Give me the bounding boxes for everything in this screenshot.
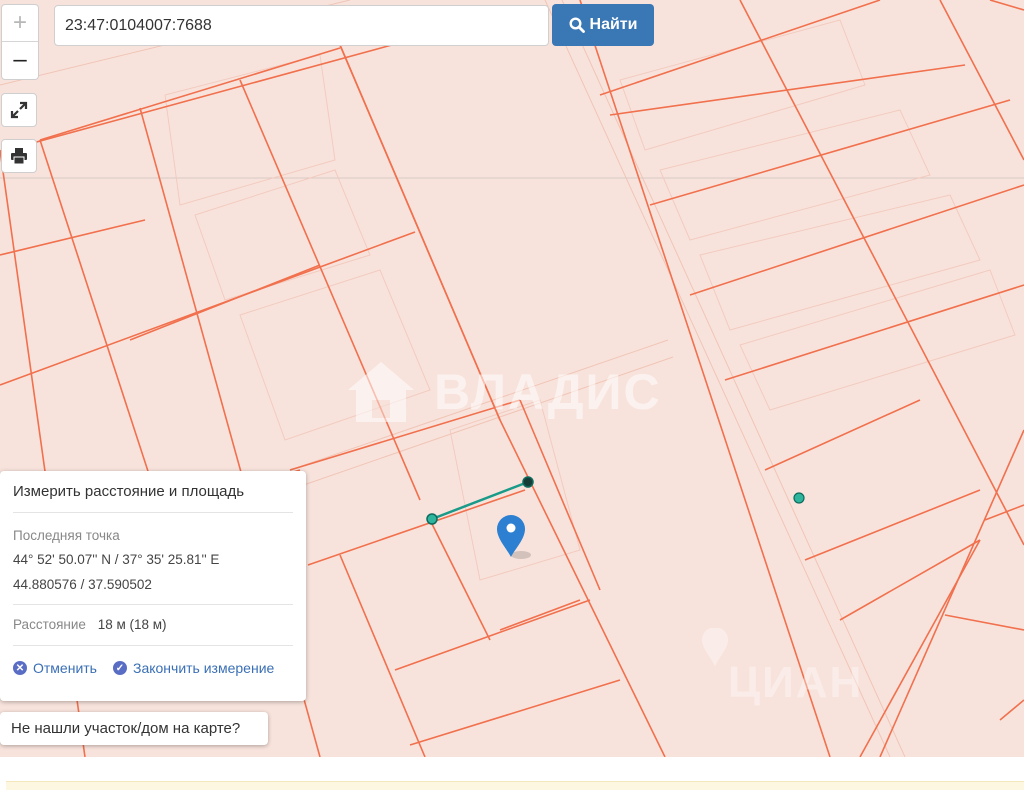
zoom-out-button[interactable]: –: [2, 42, 38, 78]
last-point-label: Последняя точка: [13, 528, 120, 543]
location-marker-icon[interactable]: [497, 515, 531, 559]
distance-row: Расстояние 18 м (18 м): [13, 605, 293, 646]
coords-dms: 44° 52' 50.07'' N / 37° 35' 25.81'' E: [13, 552, 220, 567]
print-button[interactable]: [1, 139, 37, 173]
measure-actions: ✕ Отменить ✓ Закончить измерение: [13, 646, 293, 676]
printer-icon: [11, 148, 27, 165]
close-circle-icon: ✕: [13, 661, 27, 675]
not-found-button[interactable]: Не нашли участок/дом на карте?: [0, 712, 268, 745]
distance-value: 18 м (18 м): [97, 617, 167, 632]
finish-measure-button[interactable]: ✓ Закончить измерение: [112, 660, 275, 676]
check-circle-icon: ✓: [112, 661, 127, 675]
measure-start-point: [426, 513, 438, 525]
measure-title: Измерить расстояние и площадь: [13, 471, 293, 513]
watermark: ВЛАДИС: [346, 360, 662, 424]
expand-icon: [10, 101, 28, 119]
measure-panel: Измерить расстояние и площадь Последняя …: [0, 471, 306, 701]
cursor-point: [793, 492, 805, 504]
cancel-label: Отменить: [33, 660, 97, 676]
coords-decimal: 44.880576 / 37.590502: [13, 577, 293, 605]
cian-pin-icon: [702, 628, 728, 666]
zoom-in-button[interactable]: +: [2, 5, 38, 42]
cian-watermark: ЦИАН: [700, 628, 863, 708]
measure-end-point: [522, 476, 534, 488]
zoom-control: + –: [1, 4, 39, 80]
fullscreen-button[interactable]: [1, 93, 37, 127]
house-logo-icon: [348, 362, 414, 422]
cian-text: ЦИАН: [728, 658, 864, 707]
search-icon: [569, 17, 585, 33]
cadastral-search-input[interactable]: [54, 5, 549, 46]
finish-label: Закончить измерение: [132, 660, 275, 676]
search-button-label: Найти: [589, 16, 638, 33]
cancel-measure-button[interactable]: ✕ Отменить: [13, 660, 97, 676]
distance-label: Расстояние: [13, 617, 86, 632]
watermark-text: ВЛАДИС: [434, 364, 662, 420]
search-button[interactable]: Найти: [552, 4, 654, 46]
